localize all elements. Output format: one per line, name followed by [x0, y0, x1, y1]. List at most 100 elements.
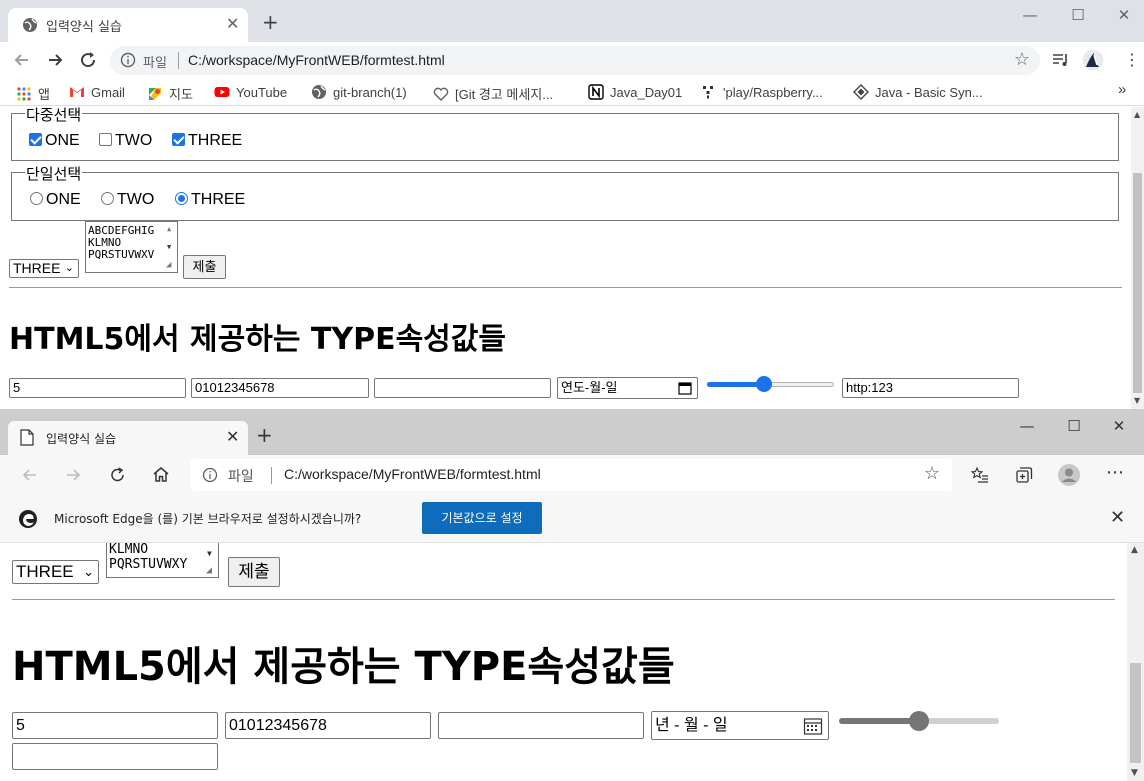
date-input[interactable]: 년 - 월 - 일 [651, 711, 829, 740]
listbox-scrollbar[interactable]: ▼ ◢ [204, 543, 218, 577]
date-input[interactable]: 연도-월-일 [557, 377, 698, 399]
back-arrow-icon[interactable] [12, 50, 32, 70]
listbox-line: PQRSTUVWXV [88, 248, 155, 261]
back-arrow-icon[interactable] [20, 465, 40, 485]
scroll-up-icon[interactable]: ▲ [167, 223, 171, 235]
scroll-up-icon[interactable]: ▲ [1131, 545, 1138, 555]
edge-page-scrollbar[interactable]: ▲ ▼ [1127, 543, 1144, 781]
dropdown-select[interactable]: THREE ⌄ [12, 560, 99, 584]
profile-avatar-icon[interactable] [1057, 463, 1081, 487]
page-heading: HTML5에서 제공하는 TYPE속성값들 [12, 644, 675, 690]
url-text[interactable]: C:/workspace/MyFrontWEB/formtest.html [284, 466, 541, 482]
new-tab-icon[interactable]: + [262, 12, 279, 32]
bookmark-maps[interactable]: 지도 [147, 84, 193, 103]
bookmark-label: git-branch(1) [333, 85, 407, 100]
favorites-list-icon[interactable] [970, 465, 990, 485]
calendar-icon[interactable] [803, 716, 823, 736]
checkbox-one[interactable]: ONE [29, 132, 80, 150]
bookmark-raspberry[interactable]: 'play/Raspberry... [701, 84, 823, 100]
dropdown-select[interactable]: THREE ⌄ [9, 259, 79, 278]
refresh-icon[interactable] [108, 465, 128, 485]
checkbox-two[interactable]: TWO [99, 132, 152, 150]
close-window-icon[interactable]: ✕ [1109, 6, 1139, 26]
settings-more-icon[interactable]: ⋯ [1106, 462, 1124, 483]
bookmark-star-icon[interactable]: ☆ [1014, 49, 1030, 70]
bookmark-git-branch[interactable]: git-branch(1) [311, 84, 407, 100]
resize-grip-icon[interactable]: ◢ [166, 259, 171, 271]
radio-one[interactable]: ONE [30, 191, 81, 209]
tel-input[interactable]: 01012345678 [191, 378, 369, 398]
chrome-tab-active[interactable]: 입력양식 실습 ✕ [8, 8, 248, 42]
tel-input[interactable]: 01012345678 [225, 712, 431, 739]
calendar-icon[interactable] [678, 381, 692, 395]
scroll-down-icon[interactable]: ▼ [207, 546, 212, 561]
edge-address-bar[interactable]: 파일 C:/workspace/MyFrontWEB/formtest.html… [190, 459, 952, 491]
chrome-page-scrollbar[interactable]: ▲ ▼ [1131, 107, 1144, 409]
listbox-textarea[interactable]: ABCDEFGHIG KLMNO PQRSTUVWXV ▲ ▼ ◢ [85, 221, 178, 273]
set-default-button[interactable]: 기본값으로 설정 [422, 502, 542, 534]
scrollbar-thumb[interactable] [1130, 663, 1141, 763]
number-input[interactable]: 5 [9, 378, 186, 398]
range-thumb[interactable] [755, 376, 772, 392]
minimize-icon[interactable]: — [1015, 6, 1045, 26]
maximize-icon[interactable]: ☐ [1059, 417, 1089, 437]
media-queue-icon[interactable] [1051, 50, 1071, 70]
url-input[interactable]: http:123 [842, 378, 1019, 398]
range-thumb[interactable] [909, 711, 929, 731]
scrollbar-thumb[interactable] [1133, 173, 1142, 393]
favorite-star-icon[interactable]: ☆ [924, 463, 940, 484]
bookmark-apps[interactable]: 앱 [16, 84, 50, 103]
new-tab-icon[interactable]: + [256, 425, 273, 445]
close-infobar-icon[interactable]: ✕ [1110, 507, 1125, 528]
url-input[interactable] [12, 743, 218, 770]
range-slider[interactable] [707, 376, 834, 392]
close-window-icon[interactable]: ✕ [1104, 417, 1134, 437]
scroll-up-icon[interactable]: ▲ [1134, 110, 1140, 119]
radio-control[interactable] [175, 192, 188, 205]
reload-icon[interactable] [78, 50, 98, 70]
close-icon[interactable]: ✕ [226, 14, 239, 33]
scroll-down-icon[interactable]: ▼ [167, 241, 171, 253]
forward-arrow-icon[interactable] [63, 465, 83, 485]
range-slider[interactable] [839, 710, 999, 732]
bookmark-gmail[interactable]: Gmail [69, 84, 125, 100]
checkbox-control[interactable] [172, 133, 185, 146]
submit-button[interactable]: 제출 [183, 255, 226, 279]
notion-icon [588, 84, 604, 100]
forward-arrow-icon[interactable] [45, 50, 65, 70]
checkbox-three[interactable]: THREE [172, 132, 242, 150]
bookmark-java-basic[interactable]: Java - Basic Syn... [853, 84, 983, 100]
edge-tab-active[interactable]: 입력양식 실습 ✕ [8, 421, 248, 455]
number-input[interactable]: 5 [12, 712, 218, 739]
close-icon[interactable]: ✕ [226, 427, 239, 446]
url-text[interactable]: C:/workspace/MyFrontWEB/formtest.html [188, 52, 445, 68]
minimize-icon[interactable]: — [1012, 417, 1042, 437]
info-icon[interactable] [120, 52, 136, 68]
bookmark-git-warning[interactable]: [Git 경고 메세지... [433, 84, 553, 103]
radio-three[interactable]: THREE [175, 191, 245, 209]
radio-control[interactable] [101, 192, 114, 205]
bookmark-youtube[interactable]: YouTube [214, 84, 287, 100]
collections-icon[interactable] [1014, 465, 1034, 485]
menu-kebab-icon[interactable]: ⋮ [1124, 50, 1140, 69]
maximize-icon[interactable]: ☐ [1063, 6, 1093, 26]
scroll-down-icon[interactable]: ▼ [1131, 768, 1138, 778]
listbox-textarea[interactable]: KLMNO PQRSTUVWXY ▼ ◢ [106, 543, 219, 578]
listbox-scrollbar[interactable]: ▲ ▼ ◢ [165, 222, 177, 272]
scroll-down-icon[interactable]: ▼ [1134, 396, 1140, 405]
home-icon[interactable] [151, 465, 171, 485]
radio-two[interactable]: TWO [101, 191, 154, 209]
info-icon[interactable] [202, 467, 218, 483]
email-input[interactable] [374, 378, 551, 398]
resize-grip-icon[interactable]: ◢ [206, 563, 212, 577]
checkbox-control[interactable] [99, 133, 112, 146]
bookmark-java-day01[interactable]: Java_Day01 [588, 84, 682, 100]
profile-avatar-icon[interactable] [1082, 49, 1104, 71]
checkbox-control[interactable] [29, 133, 42, 146]
radio-control[interactable] [30, 192, 43, 205]
bookmarks-overflow-icon[interactable]: » [1118, 81, 1126, 98]
email-input[interactable] [438, 712, 644, 739]
globe-icon [23, 18, 37, 32]
submit-button[interactable]: 제출 [228, 557, 280, 587]
chrome-address-bar[interactable]: 파일 C:/workspace/MyFrontWEB/formtest.html… [110, 46, 1040, 75]
